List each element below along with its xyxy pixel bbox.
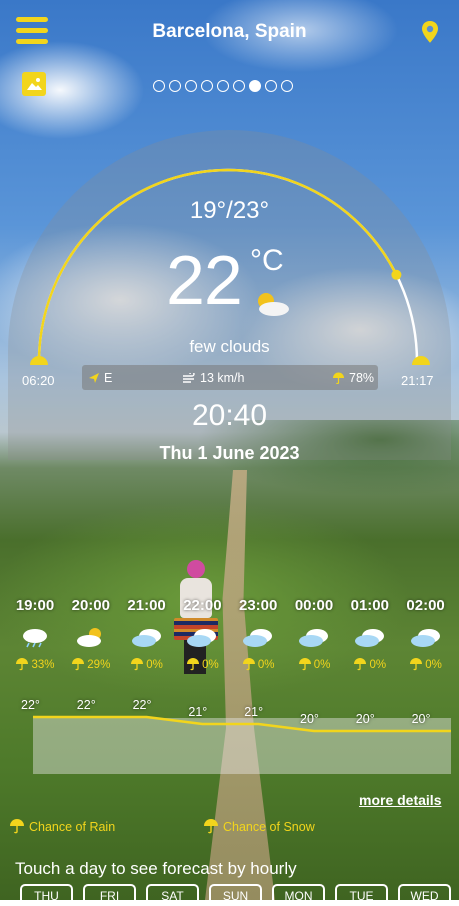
umbrella-icon <box>16 658 29 671</box>
rain-value: 33% <box>31 658 55 671</box>
hourly-temperature: 22° <box>21 698 40 712</box>
rain-chance: 0% <box>174 658 230 671</box>
umbrella-icon <box>187 658 200 671</box>
current-temperature: 22 <box>166 241 243 319</box>
weather-condition: few clouds <box>189 337 270 356</box>
wind-info-bar: E 13 km/h 78% <box>82 365 378 390</box>
day-button[interactable]: SAT <box>146 884 199 906</box>
umbrella-icon <box>131 658 144 671</box>
wind-direction: E <box>88 371 112 385</box>
rain-chance: 33% <box>7 658 63 671</box>
sun-arc <box>37 168 419 363</box>
hourly-item[interactable]: 20:00 29% <box>63 597 119 671</box>
cloud-icon <box>174 626 230 650</box>
hour-time: 22:00 <box>183 597 222 614</box>
rain-chance: 0% <box>342 658 398 671</box>
day-forecast-hint: Touch a day to see forecast by hourly <box>15 859 297 878</box>
rain-chance: 29% <box>63 658 119 671</box>
day-button[interactable]: MON <box>272 884 325 906</box>
rain-chance: 0% <box>119 658 175 671</box>
current-date: Thu 1 June 2023 <box>159 443 300 463</box>
sun-cloud-icon <box>63 626 119 650</box>
hourly-item[interactable]: 00:00 0% <box>286 597 342 671</box>
sunset-icon <box>412 356 430 365</box>
rain-cloud-icon <box>7 626 63 650</box>
rain-value: 0% <box>257 658 275 671</box>
hourly-temperature: 21° <box>188 705 208 719</box>
cloud-icon <box>342 626 398 650</box>
sun-cloud-icon <box>258 293 289 316</box>
current-time: 20:40 <box>191 399 268 432</box>
hourly-item[interactable]: 01:00 0% <box>342 597 398 671</box>
wind-direction-arrow-icon <box>89 373 99 383</box>
rain-chance: 0% <box>398 658 454 671</box>
hourly-temperature: 21° <box>244 705 264 719</box>
hourly-item[interactable]: 23:00 0% <box>230 597 286 671</box>
umbrella-icon <box>10 819 24 834</box>
umbrella-icon <box>298 658 311 671</box>
min-max-temp: 19°/23° <box>189 197 270 224</box>
rain-legend: Chance of Rain <box>9 819 115 834</box>
umbrella-icon <box>410 658 423 671</box>
umbrella-icon <box>333 372 344 384</box>
rain-value: 29% <box>87 658 111 671</box>
cloud-icon <box>119 626 175 650</box>
humidity: 78% <box>332 371 374 385</box>
hour-time: 19:00 <box>15 597 55 614</box>
day-button[interactable]: FRI <box>83 884 136 906</box>
rain-value: 0% <box>313 658 331 671</box>
day-button[interactable]: WED <box>398 884 451 906</box>
hourly-temperature: 22° <box>76 698 96 712</box>
hourly-temperature: 20° <box>411 712 431 726</box>
rain-value: 0% <box>425 658 442 671</box>
umbrella-icon <box>72 658 85 671</box>
umbrella-icon <box>242 658 255 671</box>
wind-icon <box>183 373 195 383</box>
rain-value: 0% <box>146 658 163 671</box>
day-button[interactable]: SUN <box>209 884 262 906</box>
hourly-temperature: 22° <box>132 698 152 712</box>
sunrise-time: 06:20 <box>22 373 55 388</box>
rain-chance: 0% <box>286 658 342 671</box>
hourly-temperature: 20° <box>300 712 319 726</box>
rain-value: 0% <box>202 658 219 671</box>
umbrella-icon <box>354 658 367 671</box>
hour-time: 00:00 <box>294 597 334 614</box>
hour-time: 21:00 <box>127 597 166 614</box>
day-button[interactable]: THU <box>20 884 73 906</box>
hourly-temperature: 20° <box>355 712 375 726</box>
temperature-unit[interactable]: °C <box>250 244 284 278</box>
rain-chance: 0% <box>230 658 286 671</box>
day-button[interactable]: TUE <box>335 884 388 906</box>
cloud-icon <box>230 626 286 650</box>
temperature-graph-line <box>33 715 451 733</box>
day-selector[interactable]: THU FRI SAT SUN MON TUE WED <box>20 884 451 906</box>
hour-time: 20:00 <box>71 597 110 614</box>
hourly-item[interactable]: 19:00 33% <box>7 597 63 671</box>
wind-speed: 13 km/h <box>182 371 244 385</box>
sunset-time: 21:17 <box>401 373 434 388</box>
cloud-icon <box>286 626 342 650</box>
hour-time: 01:00 <box>350 597 389 614</box>
hourly-item[interactable]: 22:00 0% <box>174 597 230 671</box>
hourly-item[interactable]: 21:00 0% <box>119 597 175 671</box>
rain-value: 0% <box>369 658 387 671</box>
hour-time: 02:00 <box>406 597 445 614</box>
hourly-item[interactable]: 02:00 0% <box>398 597 454 671</box>
sunrise-icon <box>30 356 48 365</box>
more-details-link[interactable]: more details <box>359 792 441 808</box>
cloud-icon <box>398 626 454 650</box>
hour-time: 23:00 <box>239 597 278 614</box>
snow-legend: Chance of Snow <box>203 819 315 834</box>
umbrella-icon <box>204 819 218 834</box>
